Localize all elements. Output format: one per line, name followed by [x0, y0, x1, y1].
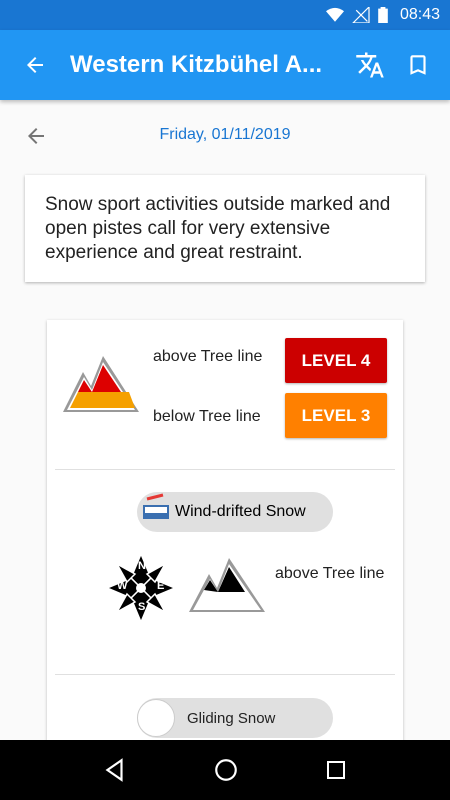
- app-bar: Western Kitzbühel A...: [0, 30, 450, 100]
- compass-south: S: [138, 601, 146, 613]
- wind-drifted-snow-icon: [137, 491, 175, 534]
- second-problem-chip[interactable]: Gliding Snow: [137, 698, 333, 738]
- danger-rating-section: above Tree line below Tree line LEVEL 4 …: [55, 320, 395, 470]
- wifi-icon: [325, 7, 344, 22]
- gliding-snow-icon: [137, 699, 175, 737]
- translate-icon: [356, 52, 384, 78]
- battery-icon: [378, 7, 388, 23]
- above-treeline-label: above Tree line: [153, 348, 263, 365]
- translate-button[interactable]: [346, 30, 394, 100]
- nav-back-icon[interactable]: [102, 757, 128, 783]
- danger-level-below-badge[interactable]: LEVEL 3: [285, 393, 387, 438]
- arrow-back-icon: [27, 57, 43, 73]
- second-problem-name: Gliding Snow: [187, 709, 276, 727]
- bulletin-content[interactable]: Friday, 01/11/2019 Snow sport activities…: [0, 100, 450, 740]
- elevation-label: above Tree line: [275, 565, 385, 582]
- status-time: 08:43: [399, 6, 440, 23]
- bulletin-date: Friday, 01/11/2019: [159, 126, 291, 143]
- page-title: Western Kitzbühel A...: [70, 51, 323, 78]
- signal-icon: [352, 7, 370, 23]
- elevation-mountain-icon: [189, 558, 265, 612]
- danger-card: above Tree line below Tree line LEVEL 4 …: [47, 320, 403, 740]
- date-navigation: Friday, 01/11/2019: [0, 100, 450, 170]
- nav-home-icon[interactable]: [213, 757, 239, 783]
- mountain-danger-icon: [63, 356, 139, 412]
- problem-chip[interactable]: Wind-drifted Snow: [137, 492, 333, 532]
- danger-level-above-badge[interactable]: LEVEL 4: [285, 338, 387, 383]
- bookmark-button[interactable]: [394, 30, 442, 100]
- below-treeline-label: below Tree line: [153, 408, 261, 425]
- compass-west: W: [117, 580, 128, 592]
- system-nav-bar: [0, 740, 450, 800]
- back-button[interactable]: [0, 30, 70, 100]
- notice-card: Snow sport activities outside marked and…: [25, 175, 425, 282]
- status-bar: 08:43: [0, 0, 450, 30]
- avalanche-problem-section: Wind-drifted Snow N E S W above Tree lin…: [55, 470, 395, 675]
- nav-recents-icon[interactable]: [324, 758, 348, 782]
- problem-name: Wind-drifted Snow: [175, 503, 306, 520]
- bookmark-icon: [410, 55, 426, 75]
- compass-east: E: [157, 580, 165, 592]
- compass-north: N: [138, 560, 146, 572]
- previous-date-icon[interactable]: [24, 124, 48, 148]
- notice-text: Snow sport activities outside marked and…: [45, 194, 391, 263]
